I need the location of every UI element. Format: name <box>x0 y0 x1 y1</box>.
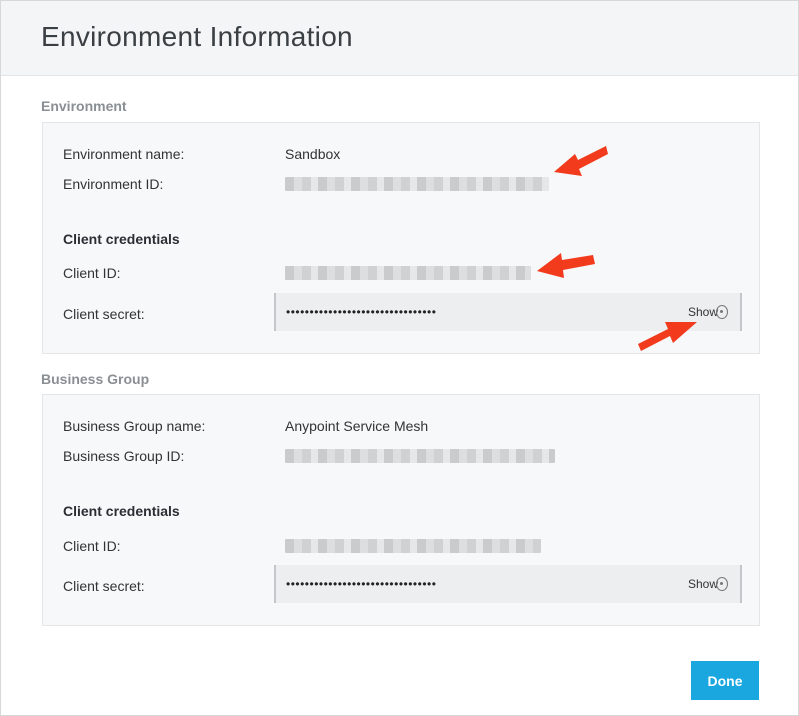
annotation-arrow <box>638 322 697 351</box>
annotation-arrows <box>537 146 697 351</box>
annotation-arrow <box>537 253 595 278</box>
annotation-arrow <box>554 146 608 176</box>
